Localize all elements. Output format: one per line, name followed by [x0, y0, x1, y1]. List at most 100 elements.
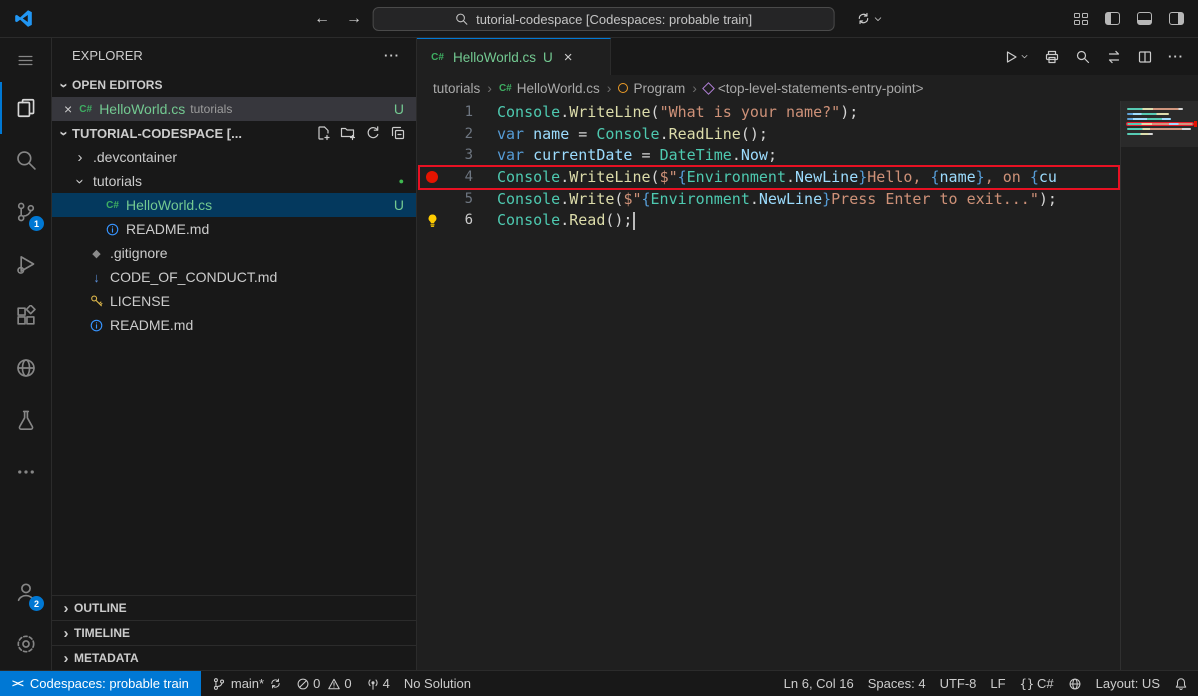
- command-center[interactable]: tutorial-codespace [Codespaces: probable…: [372, 7, 835, 31]
- eol-indicator[interactable]: LF: [983, 671, 1012, 696]
- chevron-right-icon: ›: [63, 649, 69, 667]
- line-number: 2: [464, 125, 473, 142]
- metadata-section-header[interactable]: › METADATA: [52, 645, 416, 670]
- language-indicator[interactable]: {} C#: [1013, 671, 1061, 696]
- code-editor[interactable]: 1 Console.WriteLine("What is your name?"…: [417, 101, 1120, 670]
- csharp-file-icon: C#: [498, 82, 512, 94]
- search-editor-icon[interactable]: [1075, 49, 1091, 65]
- open-editor-folder-label: tutorials: [190, 102, 233, 116]
- additional-views-icon[interactable]: [0, 446, 51, 498]
- chevron-right-icon: ›: [487, 80, 492, 96]
- code-text[interactable]: var currentDate = DateTime.Now;: [473, 146, 777, 164]
- code-line[interactable]: 1 Console.WriteLine("What is your name?"…: [417, 101, 1120, 123]
- indentation-indicator[interactable]: Spaces: 4: [861, 671, 933, 696]
- info-file-icon: [88, 318, 105, 333]
- tree-item-readme-tutorials[interactable]: README.md: [52, 217, 416, 241]
- chevron-right-icon: ›: [606, 80, 612, 96]
- branch-indicator[interactable]: main*: [205, 671, 289, 696]
- open-editor-file-label: HelloWorld.cs: [99, 101, 186, 117]
- tree-item-tutorials[interactable]: › tutorials ●: [52, 169, 416, 193]
- new-folder-icon[interactable]: [340, 125, 356, 141]
- ports-indicator[interactable]: 4: [359, 671, 397, 696]
- tree-item-readme-root[interactable]: README.md: [52, 313, 416, 337]
- customize-layout-icon[interactable]: [1074, 12, 1088, 25]
- testing-icon[interactable]: [0, 394, 51, 446]
- code-line[interactable]: 3 var currentDate = DateTime.Now;: [417, 144, 1120, 166]
- tree-item-license[interactable]: LICENSE: [52, 289, 416, 313]
- globe-icon[interactable]: [1061, 671, 1089, 696]
- compare-changes-icon[interactable]: [1106, 49, 1122, 65]
- open-editor-item[interactable]: × C# HelloWorld.cs tutorials U: [52, 97, 416, 121]
- more-actions-icon[interactable]: ···: [1168, 49, 1184, 64]
- workspace-root-header[interactable]: › TUTORIAL-CODESPACE [...: [52, 121, 416, 145]
- code-text[interactable]: Console.WriteLine("What is your name?");: [473, 103, 858, 121]
- broadcast-icon: [367, 678, 378, 690]
- collapse-folders-icon[interactable]: [390, 125, 406, 141]
- chevron-down-icon: ›: [55, 82, 73, 88]
- source-control-icon[interactable]: 1: [0, 186, 51, 238]
- code-line-breakpoint[interactable]: 4 Console.WriteLine($"{Environment.NewLi…: [417, 166, 1120, 188]
- remote-indicator[interactable]: >< Codespaces: probable train: [0, 671, 201, 696]
- cursor-position-indicator[interactable]: Ln 6, Col 16: [777, 671, 861, 696]
- explorer-more-actions-icon[interactable]: ···: [384, 48, 400, 63]
- run-or-debug-button[interactable]: [1003, 49, 1029, 65]
- extensions-icon[interactable]: [0, 290, 51, 342]
- breadcrumb-folder[interactable]: tutorials: [433, 81, 480, 96]
- code-text[interactable]: var name = Console.ReadLine();: [473, 125, 768, 143]
- keyboard-layout-indicator[interactable]: Layout: US: [1089, 671, 1167, 696]
- toggle-panel-icon[interactable]: [1137, 12, 1152, 25]
- remote-explorer-icon[interactable]: [0, 342, 51, 394]
- sync-dropdown-button[interactable]: [856, 11, 883, 26]
- minimap[interactable]: [1120, 101, 1198, 670]
- settings-gear-icon[interactable]: [0, 618, 51, 670]
- explorer-icon[interactable]: [0, 82, 51, 134]
- run-and-debug-icon[interactable]: [0, 238, 51, 290]
- vscode-window: ← → tutorial-codespace [Codespaces: prob…: [0, 0, 1198, 696]
- source-control-badge: 1: [29, 216, 44, 231]
- minimap-slider[interactable]: [1121, 101, 1198, 147]
- lightbulb-icon[interactable]: [417, 213, 447, 228]
- timeline-section-header[interactable]: › TIMELINE: [52, 620, 416, 645]
- new-file-icon[interactable]: [315, 125, 331, 141]
- outline-section-header[interactable]: › OUTLINE: [52, 595, 416, 620]
- solution-indicator[interactable]: No Solution: [397, 671, 478, 696]
- encoding-indicator[interactable]: UTF-8: [933, 671, 984, 696]
- notifications-bell-icon[interactable]: [1167, 671, 1198, 696]
- breadcrumb-file[interactable]: C# HelloWorld.cs: [499, 81, 600, 96]
- breadcrumb-class[interactable]: Program: [618, 81, 685, 96]
- tab-label: HelloWorld.cs: [453, 49, 537, 65]
- symbol-method-icon: [702, 81, 715, 95]
- open-editors-header[interactable]: › OPEN EDITORS: [52, 73, 416, 97]
- code-text[interactable]: Console.Write($"{Environment.NewLine}Pre…: [473, 190, 1057, 208]
- close-icon[interactable]: ×: [564, 49, 573, 66]
- print-icon[interactable]: [1044, 49, 1060, 65]
- problems-indicator[interactable]: 0 0: [289, 671, 358, 696]
- code-text[interactable]: Console.Read();: [473, 211, 632, 229]
- code-line-active[interactable]: 6 Console.Read();: [417, 209, 1120, 231]
- code-text[interactable]: Console.WriteLine($"{Environment.NewLine…: [473, 168, 1057, 186]
- breadcrumb-symbol[interactable]: <top-level-statements-entry-point>: [702, 81, 924, 96]
- code-line[interactable]: 2 var name = Console.ReadLine();: [417, 123, 1120, 145]
- split-editor-icon[interactable]: [1137, 49, 1153, 65]
- code-line[interactable]: 5 Console.Write($"{Environment.NewLine}P…: [417, 188, 1120, 210]
- accounts-icon[interactable]: 2: [0, 566, 51, 618]
- toggle-secondary-sidebar-icon[interactable]: [1169, 12, 1184, 25]
- refresh-icon[interactable]: [365, 125, 381, 141]
- breakpoint-icon[interactable]: [417, 170, 447, 183]
- tree-item-code-of-conduct[interactable]: ↓ CODE_OF_CONDUCT.md: [52, 265, 416, 289]
- tree-item-devcontainer[interactable]: › .devcontainer: [52, 145, 416, 169]
- sync-icon: [856, 11, 871, 26]
- history-forward-button[interactable]: →: [346, 10, 362, 28]
- tree-item-helloworld-cs[interactable]: C# HelloWorld.cs U: [52, 193, 416, 217]
- toggle-primary-sidebar-icon[interactable]: [1105, 12, 1120, 25]
- csharp-file-icon: C#: [79, 103, 93, 115]
- close-icon[interactable]: ×: [64, 101, 72, 117]
- search-view-icon[interactable]: [0, 134, 51, 186]
- tab-helloworld-cs[interactable]: C# HelloWorld.cs U ×: [417, 38, 611, 75]
- menu-icon[interactable]: [0, 38, 51, 82]
- info-file-icon: [104, 222, 121, 237]
- sidebar-title: EXPLORER: [72, 48, 143, 63]
- tree-item-gitignore[interactable]: ◆ .gitignore: [52, 241, 416, 265]
- history-back-button[interactable]: ←: [314, 10, 330, 28]
- solution-label: No Solution: [403, 676, 472, 691]
